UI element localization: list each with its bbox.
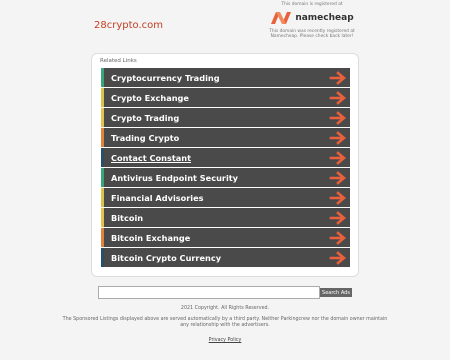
related-link-label[interactable]: Crypto Trading [104, 113, 329, 123]
arrow-right-icon[interactable] [329, 230, 347, 245]
registrar-note-bottom: This domain was recently registered at N… [269, 29, 355, 39]
registrar-box: This domain is registered at namecheap T… [262, 2, 362, 39]
related-links-panel: Related Links Cryptocurrency Trading Cryp… [91, 53, 359, 277]
search-input[interactable] [98, 286, 320, 299]
arrow-right-icon[interactable] [329, 110, 347, 125]
related-link-label[interactable]: Antivirus Endpoint Security [104, 173, 329, 183]
related-link-row[interactable]: Cryptocurrency Trading [101, 68, 350, 87]
arrow-right-icon[interactable] [329, 70, 347, 85]
namecheap-logo-icon [271, 12, 292, 24]
related-link-row[interactable]: Crypto Trading [101, 108, 350, 127]
related-link-row[interactable]: Financial Advisories [101, 188, 350, 207]
privacy-policy-link[interactable]: Privacy Policy [209, 338, 242, 343]
related-link-label[interactable]: Bitcoin Crypto Currency [104, 253, 329, 263]
arrow-right-icon[interactable] [329, 190, 347, 205]
related-link-label[interactable]: Crypto Exchange [104, 93, 329, 103]
arrow-right-icon[interactable] [329, 210, 347, 225]
related-link-label[interactable]: Bitcoin [104, 213, 329, 223]
search-ads-button[interactable]: Search Ads [320, 288, 352, 297]
related-link-label[interactable]: Cryptocurrency Trading [104, 73, 329, 83]
arrow-right-icon[interactable] [329, 170, 347, 185]
related-link-row[interactable]: Crypto Exchange [101, 88, 350, 107]
namecheap-logo[interactable]: namecheap [262, 11, 362, 25]
footer: 2021 Copyright. All Rights Reserved. The… [60, 306, 390, 344]
related-links-list: Cryptocurrency Trading Crypto Exchange Cry… [101, 68, 350, 268]
registrar-note-top: This domain is registered at [281, 2, 343, 7]
search-bar: Search Ads [98, 286, 352, 299]
related-link-row[interactable]: Bitcoin Crypto Currency [101, 248, 350, 267]
arrow-right-icon[interactable] [329, 150, 347, 165]
related-links-label: Related Links [100, 58, 137, 64]
arrow-right-icon[interactable] [329, 90, 347, 105]
related-link-label[interactable]: Trading Crypto [104, 133, 329, 143]
related-link-row[interactable]: Contact Constant [101, 148, 350, 167]
related-link-label[interactable]: Bitcoin Exchange [104, 233, 329, 243]
domain-title[interactable]: 28crypto.com [94, 20, 163, 31]
related-link-label[interactable]: Contact Constant [104, 153, 329, 163]
arrow-right-icon[interactable] [329, 130, 347, 145]
related-link-row[interactable]: Antivirus Endpoint Security [101, 168, 350, 187]
related-link-label[interactable]: Financial Advisories [104, 193, 329, 203]
arrow-right-icon[interactable] [329, 250, 347, 265]
registrar-name: namecheap [295, 12, 354, 23]
copyright-text: 2021 Copyright. All Rights Reserved. [180, 306, 270, 311]
related-link-row[interactable]: Bitcoin [101, 208, 350, 227]
related-link-row[interactable]: Bitcoin Exchange [101, 228, 350, 247]
related-link-row[interactable]: Trading Crypto [101, 128, 350, 147]
disclaimer-text: The Sponsored Listings displayed above a… [62, 317, 388, 328]
